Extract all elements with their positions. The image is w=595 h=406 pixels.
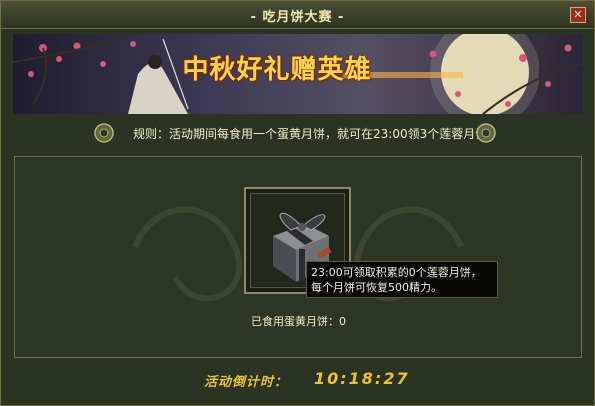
tooltip-line-1: 23:00可领取积累的0个莲蓉月饼， [311, 266, 482, 279]
window-title: - 吃月饼大赛 - [250, 10, 345, 25]
close-button[interactable]: ✕ [570, 7, 586, 23]
banner-title: 中秋好礼赠英雄 [182, 55, 372, 85]
reward-tooltip: 23:00可领取积累的0个莲蓉月饼， 每个月饼可恢复500精力。 [306, 261, 498, 298]
rule-bar: 规则：活动期间每食用一个蛋黄月饼，就可在23:00领3个莲蓉月饼 [11, 121, 586, 145]
left-ornament-icon [94, 123, 114, 143]
event-banner: 中秋好礼赠英雄 [13, 34, 583, 114]
title-bar: - 吃月饼大赛 - ✕ [1, 1, 594, 29]
rule-text: 规则：活动期间每食用一个蛋黄月饼，就可在23:00领3个莲蓉月饼 [133, 127, 488, 141]
countdown-label: 活动倒计时： [204, 375, 289, 390]
right-ornament-icon [476, 123, 496, 143]
event-window: - 吃月饼大赛 - ✕ 中秋好礼赠英雄 规则：活动期间每食用一个蛋黄月饼，就可在… [0, 0, 595, 406]
tooltip-line-2: 每个月饼可恢复500精力。 [311, 281, 442, 294]
eaten-count: 已食用蛋黄月饼：0 [251, 315, 346, 328]
countdown-value: 10:18:27 [314, 369, 410, 388]
